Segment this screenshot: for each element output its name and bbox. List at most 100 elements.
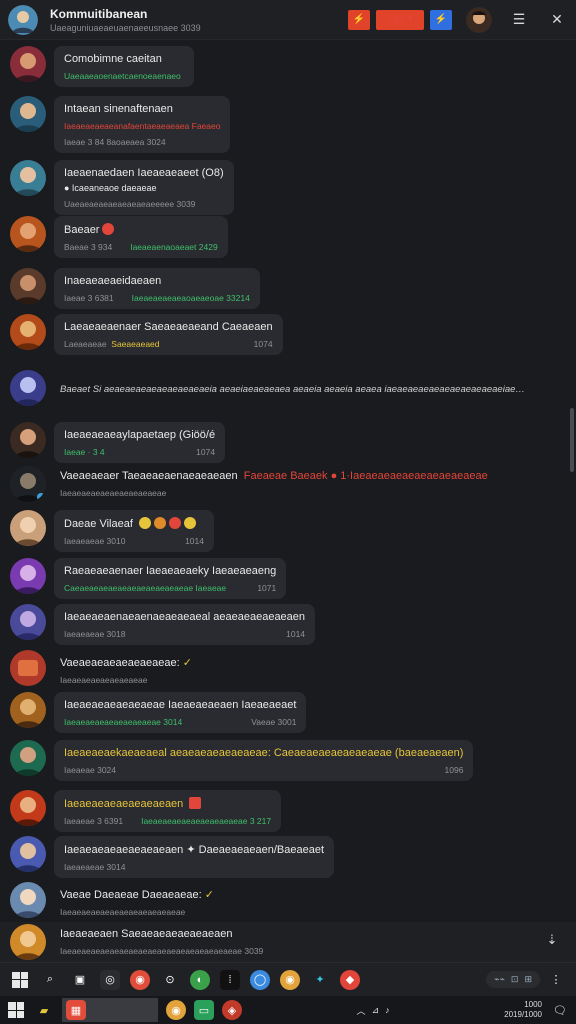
member-avatar[interactable] [10,790,46,826]
member-avatar[interactable] [10,650,46,686]
message-bubble[interactable]: Comobimne caeitan Uaeaaeaoenaetcaenoeaen… [54,46,194,87]
app-icon-9[interactable]: ▭ [194,1000,214,1020]
message-item[interactable]: Iaeaeaeaeaylapaetaep (Giöö/é Iaeae · 3 4… [10,422,226,463]
network-icon[interactable]: ⊿ [372,1005,380,1016]
message-bubble[interactable]: Iaeaeaeaeaeaeaeae Iaeaeaeaeaen Iaeaeaeae… [54,692,307,733]
member-avatar[interactable] [10,268,46,304]
start-icon[interactable] [6,1000,26,1020]
message-item[interactable]: Laeaeaeaenaer Saeaeaeaeand Caeaeaen Laea… [10,314,283,355]
message-bubble[interactable]: Iaeaeaeaekaeaeaeal aeaeaeaeaeaeaeae: Cae… [54,740,474,781]
jump-to-bottom-icon[interactable]: ⇣ [542,930,562,950]
member-avatar[interactable] [10,882,46,918]
volume-icon[interactable]: ♪ [385,1005,390,1015]
message-item[interactable]: Baeaer Baeae 3 934 Iaeaeaenaoaeaet 2429 [10,216,228,258]
member-avatar[interactable] [10,740,46,776]
system-tray[interactable]: ︿ ⊿ ♪ [357,1004,390,1017]
app-icon-4[interactable]: ⁞ [220,969,240,990]
windows-icon[interactable] [10,970,30,990]
message-time: Vaeae 3001 [251,717,297,727]
active-window-tab[interactable]: ▦ [62,998,158,1022]
message-bubble[interactable]: Iaeaeaeaeaylapaetaep (Giöö/é Iaeae · 3 4… [54,422,226,463]
message-bubble[interactable]: Intaean sinenaftenaen Iaeaeaeaeaeanafaen… [54,96,231,153]
message-meta: Uaeaeaeaeaeaeaeaeaeeeee 3039 [64,199,196,209]
user-avatar[interactable] [466,6,492,33]
message-item[interactable]: Comobimne caeitan Uaeaaeaoenaetcaenoeaen… [10,46,194,87]
notification-icon[interactable]: 🗨 [550,1000,570,1020]
member-avatar[interactable] [10,422,46,458]
member-avatar[interactable] [10,604,46,640]
menu-icon[interactable]: ☰ [508,9,530,31]
member-avatar[interactable] [10,216,46,252]
app-icon-2[interactable]: ⊙ [160,970,180,990]
message-bubble[interactable]: Vaeae Daeaeae Daeaeaeae: ✓ Iaeaeaeaeaeae… [54,882,224,923]
message-item[interactable]: Vaeaeaeaer Taeaeaeaenaeaeaeaen Faeaeae B… [10,466,498,504]
message-bubble[interactable]: Vaeaeaeaer Taeaeaeaenaeaeaeaen Faeaeae B… [54,466,498,504]
system-clock[interactable]: 1000 2019/1000 [504,1000,542,1020]
app-icon-3[interactable]: ◐ [190,969,210,990]
folder-icon[interactable]: ▰ [34,1000,54,1020]
message-list[interactable]: Comobimne caeitan Uaeaaeaoenaetcaenoeaen… [0,40,576,962]
message-item[interactable]: Baeaet Si aeaeaeaeaeaeaeaeaeaeia aeaeiae… [10,370,540,406]
app-icon-6[interactable]: ◉ [280,969,300,990]
member-avatar[interactable] [10,314,46,350]
quick-actions-pill[interactable]: ⌁⌁ ⊡ ⊞ [486,971,540,988]
message-item[interactable]: Iaeaeaeaeaeaeaeaeaen Iaeaeae 3 6391 Iaeae… [10,790,282,832]
more-icon[interactable]: ⋮ [546,970,566,990]
app-icon-1[interactable]: ◎ [100,969,120,990]
message-meta: Iaeaeaeae 3010 [64,536,126,546]
message-time: 1071 [257,583,277,593]
message-item-last[interactable]: Iaeaeaeaen Saeaeaeaeaeaeaeaen Iaeaeaeaea… [0,922,576,962]
message-item[interactable]: Inaeaeaeaeidaeaen Iaeae 3 6381 Iaeaeaeaea… [10,268,260,309]
action-button-2[interactable]: Kpa ▾ [376,9,424,30]
message-bubble[interactable]: Iaeaeaeaen Saeaeaeaeaeaeaeaen Iaeaeaeaea… [54,924,273,962]
message-bubble[interactable]: Raeaeaeaenaer Iaeaeaeaeky Iaeaeaeaeng Ca… [54,558,287,599]
message-item[interactable]: Daeae Vilaeaf Iaeaeaeae 3010 1014 [10,510,214,552]
message-meta-right: Iaeaeaeaeaeaoaeaeoae 33214 [131,293,250,303]
chrome-icon[interactable]: ◉ [130,969,150,990]
message-item[interactable]: Iaeaeaeaenaeaenaeaeaeaeal aeaeaeaeaeaeae… [10,604,316,645]
member-avatar[interactable] [10,510,46,546]
message-meta: Iaeaeaeae 3018 [64,629,126,639]
chrome-icon-2[interactable]: ◉ [166,1000,186,1020]
member-avatar[interactable] [10,558,46,594]
member-avatar[interactable] [10,370,46,406]
message-item[interactable]: Intaean sinenaftenaen Iaeaeaeaeaeanafaen… [10,96,231,153]
message-item[interactable]: Iaeaeaeaeaeaeaeae Iaeaeaeaeaen Iaeaeaeae… [10,692,307,733]
message-bubble[interactable]: Vaeaeaeaeaeaeaeaeae: ✓ Iaeaeaeaeaeaeaeae… [54,650,202,691]
member-avatar[interactable] [10,466,46,502]
task-view-icon[interactable]: ▣ [70,970,90,990]
heart-icon [102,223,115,235]
message-bubble[interactable]: Baeaet Si aeaeaeaeaeaeaeaeaeaeia aeaeiae… [54,370,540,401]
message-bubble[interactable]: Inaeaeaeaeidaeaen Iaeae 3 6381 Iaeaeaeaea… [54,268,260,309]
message-item[interactable]: Iaeaeaeaeaeaeaeaeaen ✦ Daeaeaeaeaen/Baea… [10,836,335,878]
group-avatar[interactable] [8,4,38,35]
message-bubble[interactable]: Baeaer Baeae 3 934 Iaeaeaenaoaeaet 2429 [54,216,228,258]
action-button-1[interactable]: ⚡ [348,9,370,30]
chevron-up-icon[interactable]: ︿ [357,1004,366,1017]
app-icon-7[interactable]: ✦ [310,970,330,990]
member-avatar[interactable] [10,46,46,82]
message-bubble[interactable]: Laeaeaeaenaer Saeaeaeaeand Caeaeaen Laea… [54,314,283,355]
member-avatar[interactable] [10,836,46,872]
scrollbar-thumb[interactable] [570,408,574,472]
search-icon[interactable]: ⌕ [40,970,60,990]
message-bubble[interactable]: Iaeaeaeaenaeaenaeaeaeaeal aeaeaeaeaeaeae… [54,604,316,645]
message-bubble[interactable]: Iaeaeaeaeaeaeaeaeaen Iaeaeae 3 6391 Iaeae… [54,790,282,832]
message-item[interactable]: Iaeaeaeaekaeaeaeal aeaeaeaeaeaeaeae: Cae… [10,740,474,781]
action-button-3[interactable]: ⚡ [430,9,452,30]
message-bubble[interactable]: Iaeaenaedaen Iaeaeaeaeet (O8) ● Icaeanea… [54,160,234,215]
message-bubble[interactable]: Daeae Vilaeaf Iaeaeaeae 3010 1014 [54,510,214,552]
message-bubble[interactable]: Iaeaeaeaeaeaeaeaeaen ✦ Daeaeaeaeaen/Baea… [54,836,335,878]
close-icon[interactable]: ✕ [546,9,568,31]
app-icon-5[interactable]: ◯ [250,969,270,990]
member-avatar[interactable] [10,924,46,960]
message-item[interactable]: Vaeae Daeaeae Daeaeaeae: ✓ Iaeaeaeaeaeae… [10,882,224,923]
app-icon-10[interactable]: ◈ [222,1000,242,1020]
member-avatar[interactable] [10,96,46,132]
member-avatar[interactable] [10,160,46,196]
member-avatar[interactable] [10,692,46,728]
message-item[interactable]: Raeaeaeaenaer Iaeaeaeaeky Iaeaeaeaeng Ca… [10,558,287,599]
message-item[interactable]: Vaeaeaeaeaeaeaeaeae: ✓ Iaeaeaeaeaeaeaeae… [10,650,202,691]
message-item[interactable]: Iaeaenaedaen Iaeaeaeaeet (O8) ● Icaeanea… [10,160,234,215]
app-icon-8[interactable]: ◆ [340,969,360,990]
